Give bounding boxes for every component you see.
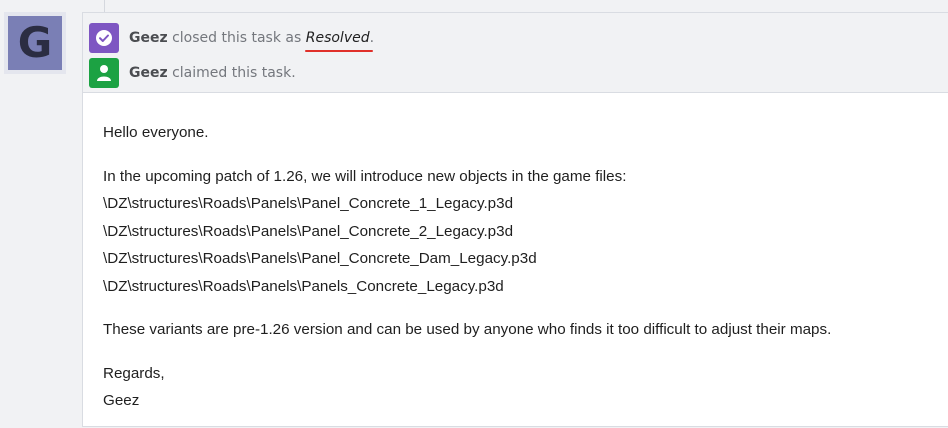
avatar[interactable]: G: [4, 12, 66, 74]
user-icon: [89, 58, 119, 88]
comment-body: Hello everyone. In the upcoming patch of…: [82, 92, 948, 427]
comment-greeting: Hello everyone.: [103, 124, 209, 141]
event-suffix: .: [369, 30, 375, 46]
check-circle-icon: [89, 23, 119, 53]
comment-closing: Regards,: [103, 364, 165, 382]
event-claimed-text: Geez claimed this task.: [129, 65, 296, 81]
file-path: \DZ\structures\Roads\Panels\Panel_Concre…: [103, 195, 514, 212]
timeline-line: [104, 0, 105, 12]
file-path: \DZ\structures\Roads\Panels\Panel_Concre…: [103, 250, 537, 267]
event-claimed: Geez claimed this task.: [89, 57, 296, 89]
event-author-link[interactable]: Geez: [129, 65, 168, 81]
comment-signature: Geez: [103, 392, 140, 409]
event-action: closed this task as: [172, 30, 302, 46]
transaction-events: Geez closed this task as Resolved. Geez …: [82, 12, 948, 93]
file-path: \DZ\structures\Roads\Panels\Panels_Concr…: [103, 277, 504, 295]
avatar-initial: G: [8, 16, 62, 70]
status-resolved: Resolved: [305, 30, 370, 46]
event-action: claimed this task.: [172, 65, 296, 81]
comment-note: These variants are pre-1.26 version and …: [103, 321, 832, 338]
file-path: \DZ\structures\Roads\Panels\Panel_Concre…: [103, 222, 514, 240]
event-closed-text: Geez closed this task as Resolved.: [129, 30, 374, 46]
comment-intro: In the upcoming patch of 1.26, we will i…: [103, 167, 627, 185]
event-closed: Geez closed this task as Resolved.: [89, 22, 374, 54]
event-author-link[interactable]: Geez: [129, 30, 168, 46]
